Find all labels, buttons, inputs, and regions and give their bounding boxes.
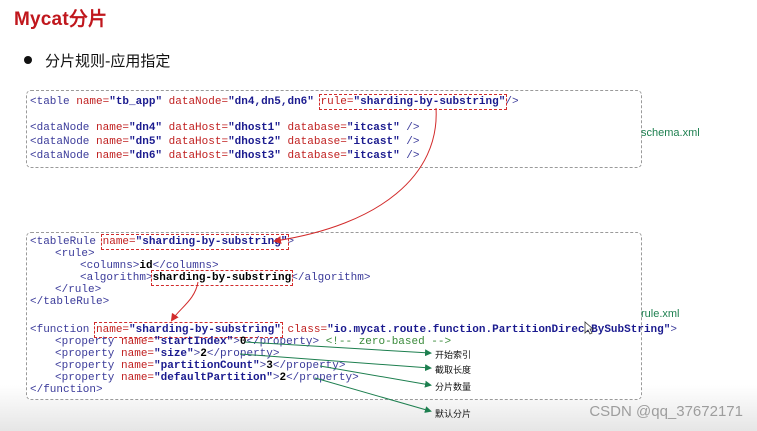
startindex-annotation-arrow [244, 341, 432, 357]
mouse-cursor-icon [584, 321, 594, 335]
csdn-watermark: CSDN @qq_37672171 [589, 403, 743, 420]
partitioncount-annotation-arrow [319, 365, 432, 388]
arrows-overlay [170, 107, 437, 413]
rule-to-tablerule-arrow [273, 107, 437, 245]
algorithm-to-function-arrow [170, 281, 199, 322]
size-annotation-arrow [239, 353, 432, 372]
defaultpartition-annotation-arrow [314, 377, 432, 413]
